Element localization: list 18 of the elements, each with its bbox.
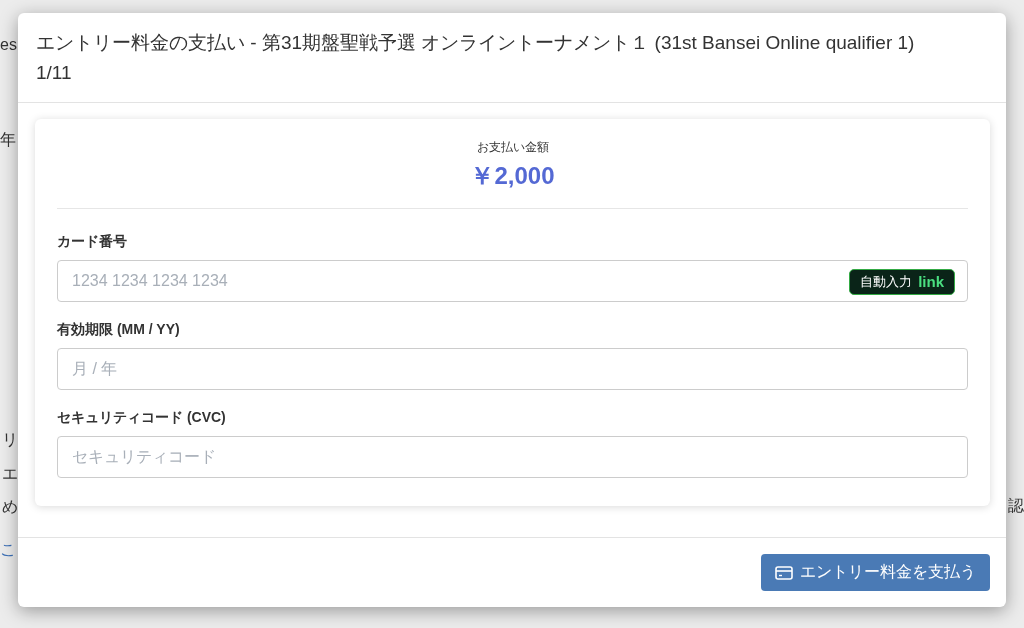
page-link[interactable]: こ <box>0 540 16 561</box>
page-text: め <box>2 497 18 517</box>
field-label: セキュリティコード (CVC) <box>57 409 226 427</box>
page-text: es <box>0 36 17 54</box>
page-text: エ <box>2 464 18 484</box>
pay-button[interactable]: エントリー料金を支払う <box>761 554 990 591</box>
page-text: リ <box>2 430 18 450</box>
field-label: 有効期限 (MM / YY) <box>57 321 180 339</box>
page-text: 認 <box>1008 496 1024 516</box>
credit-card-icon <box>775 565 793 580</box>
autofill-button[interactable]: 自動入力 link <box>849 269 955 295</box>
input-field[interactable]: セキュリティコード <box>57 436 968 478</box>
page-text: 年 <box>0 130 16 150</box>
field-label: カード番号 <box>57 233 127 251</box>
amount-value: ￥2,000 <box>470 161 555 191</box>
input-field[interactable]: 月 / 年 <box>57 348 968 390</box>
amount-label: お支払い金額 <box>476 139 549 156</box>
dialog-title: エントリー料金の支払い - 第31期盤聖戦予選 オンライントーナメント１ (31st Bansei Online qualifier 1) 1/11 <box>36 31 916 85</box>
